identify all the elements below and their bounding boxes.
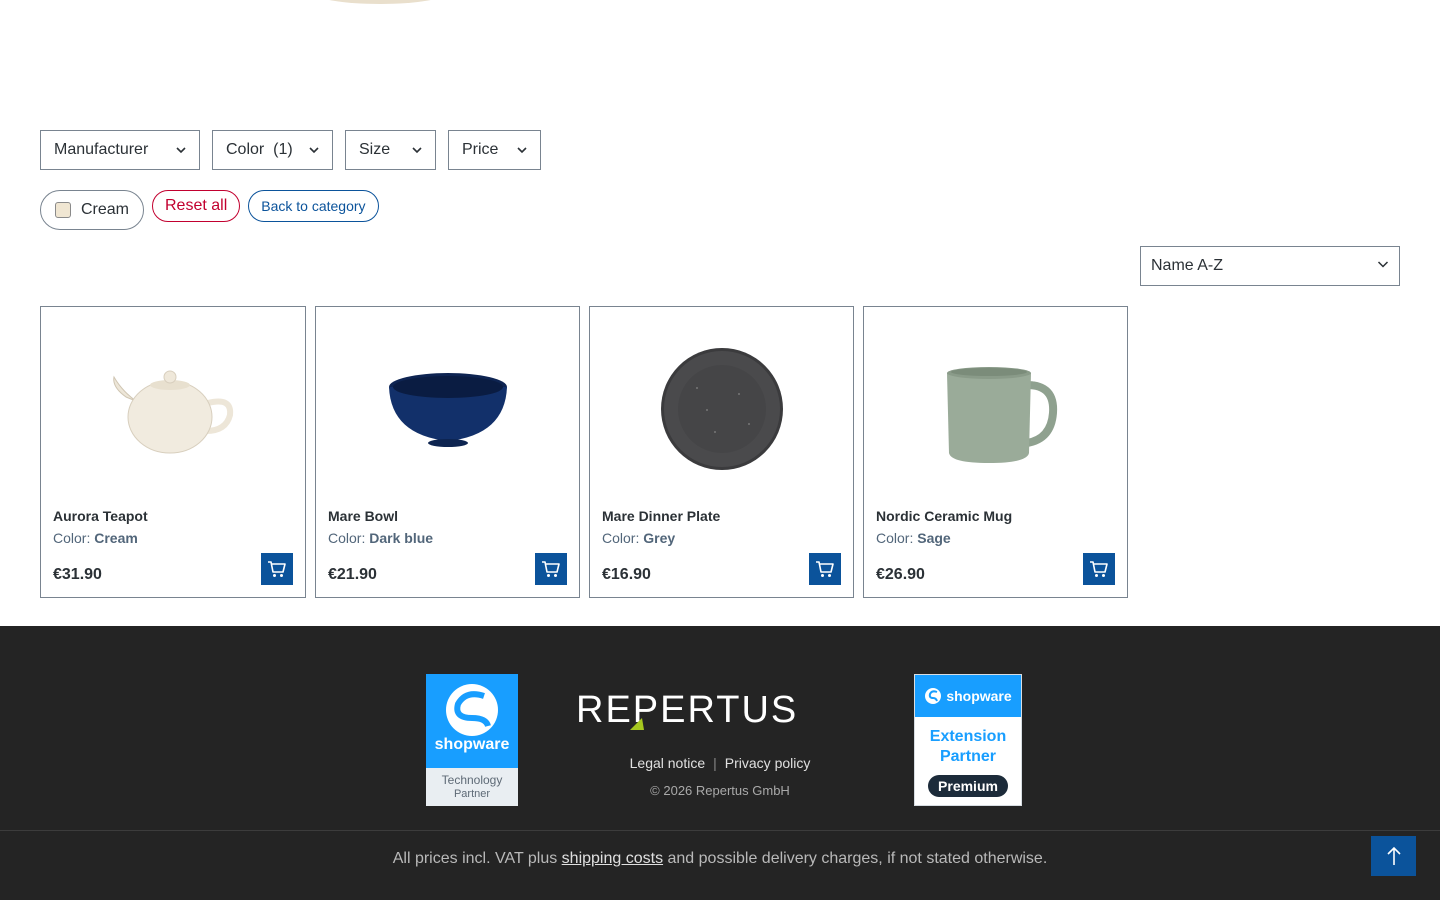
- chevron-down-icon: [1377, 257, 1389, 275]
- premium-badge: Premium: [928, 775, 1008, 797]
- product-color: Color: Sage: [876, 530, 951, 546]
- chevron-down-icon: [176, 145, 186, 155]
- link-separator: |: [713, 755, 717, 771]
- product-color-label: Color:: [53, 530, 91, 546]
- extension-partner-line1: Extension: [929, 728, 1007, 745]
- cart-icon: [1090, 561, 1108, 577]
- product-color: Color: Dark blue: [328, 530, 433, 546]
- repertus-logo[interactable]: REPERTUS: [576, 690, 864, 732]
- product-card[interactable]: Aurora Teapot Color: Cream €31.90: [40, 306, 306, 598]
- product-price: €16.90: [602, 566, 651, 583]
- filter-color[interactable]: Color (1): [212, 130, 333, 170]
- legal-notice-link[interactable]: Legal notice: [630, 755, 706, 771]
- back-to-category-button[interactable]: Back to category: [248, 190, 379, 222]
- shopware-logo-text: shopware: [946, 688, 1012, 704]
- teapot-image: [113, 370, 234, 454]
- add-to-cart-button[interactable]: [809, 553, 841, 585]
- plate-image: [660, 348, 783, 470]
- top-product-image-fragment: [329, 0, 431, 4]
- product-listing: Aurora Teapot Color: Cream €31.90 Mare B…: [40, 306, 1128, 598]
- product-card[interactable]: Mare Bowl Color: Dark blue €21.90: [315, 306, 580, 598]
- product-color-value: Grey: [643, 530, 676, 546]
- filter-color-label: Color (1): [226, 141, 293, 158]
- add-to-cart-button[interactable]: [261, 553, 293, 585]
- shopware-extension-partner-badge[interactable]: shopware Extension Partner Premium: [914, 674, 1022, 806]
- badge-header: shopware: [915, 675, 1021, 717]
- active-filter-cream[interactable]: Cream: [40, 190, 144, 230]
- shipping-costs-link[interactable]: shipping costs: [562, 850, 663, 867]
- cart-icon: [816, 561, 834, 577]
- product-color-label: Color:: [328, 530, 366, 546]
- footer: shopware Technology Partner REPERTUS Leg…: [0, 626, 1440, 900]
- vat-suffix: and possible delivery charges, if not st…: [663, 850, 1048, 867]
- color-swatch: [55, 202, 71, 218]
- mug-image: [946, 367, 1057, 463]
- product-name[interactable]: Mare Bowl: [328, 508, 398, 524]
- product-color-value: Dark blue: [369, 530, 434, 546]
- product-image[interactable]: [41, 307, 305, 507]
- filter-manufacturer-label: Manufacturer: [54, 141, 149, 158]
- chevron-down-icon: [412, 145, 422, 155]
- product-name[interactable]: Nordic Ceramic Mug: [876, 508, 1012, 524]
- arrow-up-icon: [1386, 846, 1401, 865]
- reset-all-button[interactable]: Reset all: [152, 190, 241, 222]
- filter-bar: Manufacturer Color (1) Size Price: [40, 130, 541, 170]
- filter-manufacturer[interactable]: Manufacturer: [40, 130, 200, 170]
- add-to-cart-button[interactable]: [1083, 553, 1115, 585]
- product-color-label: Color:: [602, 530, 640, 546]
- cart-icon: [268, 561, 286, 577]
- footer-divider: [0, 830, 1440, 831]
- product-image[interactable]: [316, 307, 579, 507]
- product-color-value: Cream: [94, 530, 138, 546]
- bowl-image: [388, 373, 507, 447]
- sort-selected-value: Name A-Z: [1151, 257, 1224, 274]
- filter-size[interactable]: Size: [345, 130, 436, 170]
- product-color-value: Sage: [917, 530, 951, 546]
- product-price: €21.90: [328, 566, 377, 583]
- filter-price[interactable]: Price: [448, 130, 541, 170]
- vat-prefix: All prices incl. VAT plus: [392, 850, 562, 867]
- shopware-logo-icon: [925, 688, 942, 704]
- active-filters: Cream Reset all Back to category: [40, 190, 379, 230]
- privacy-policy-link[interactable]: Privacy policy: [725, 755, 811, 771]
- product-price: €31.90: [53, 566, 102, 583]
- filter-size-label: Size: [359, 141, 391, 158]
- product-name[interactable]: Aurora Teapot: [53, 508, 148, 524]
- product-color: Color: Cream: [53, 530, 138, 546]
- repertus-logo-text: REPERTUS: [576, 690, 798, 731]
- cart-icon: [542, 561, 560, 577]
- product-image[interactable]: [590, 307, 853, 507]
- filter-price-label: Price: [462, 141, 499, 158]
- add-to-cart-button[interactable]: [535, 553, 567, 585]
- product-card[interactable]: Mare Dinner Plate Color: Grey €16.90: [589, 306, 854, 598]
- copyright: © 2026 Repertus GmbH: [650, 783, 790, 798]
- scroll-to-top-button[interactable]: [1371, 836, 1416, 876]
- footer-links: Legal notice | Privacy policy: [0, 755, 1440, 771]
- product-card[interactable]: Nordic Ceramic Mug Color: Sage €26.90: [863, 306, 1128, 598]
- extension-partner-label: Extension Partner: [915, 727, 1021, 767]
- shopware-logo-text: shopware: [434, 736, 510, 753]
- product-color: Color: Grey: [602, 530, 675, 546]
- product-name[interactable]: Mare Dinner Plate: [602, 508, 720, 524]
- product-image[interactable]: [864, 307, 1127, 507]
- active-filter-cream-label: Cream: [81, 201, 130, 218]
- sort-select[interactable]: Name A-Z: [1140, 246, 1400, 286]
- product-color-label: Color:: [876, 530, 914, 546]
- extension-partner-line2: Partner: [939, 748, 997, 765]
- vat-notice: All prices incl. VAT plus shipping costs…: [0, 850, 1440, 868]
- chevron-down-icon: [517, 145, 527, 155]
- product-price: €26.90: [876, 566, 925, 583]
- chevron-down-icon: [309, 145, 319, 155]
- shopware-logo-icon: [446, 684, 498, 736]
